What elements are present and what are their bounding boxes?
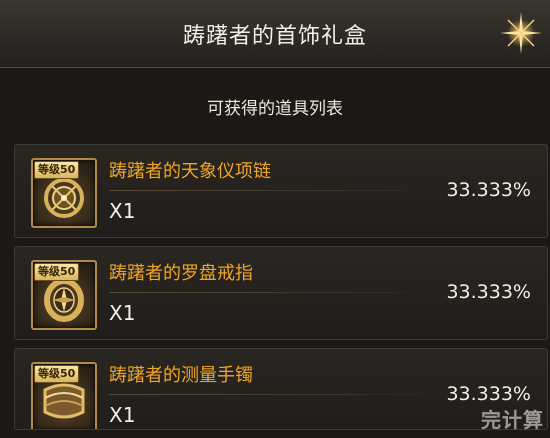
list-item[interactable]: 等级50 踌躇者的测量手镯 X1 33.333% [14, 348, 548, 430]
item-icon-frame: 等级50 [31, 158, 97, 228]
item-name: 踌躇者的测量手镯 [109, 365, 253, 386]
dialog-title: 踌躇者的首饰礼盒 [182, 24, 367, 49]
drop-chance: 33.333% [446, 281, 531, 303]
item-icon-frame: 等级50 [31, 362, 97, 429]
item-list: 等级50 踌躇者的天象仪项链 X1 33.333% 等级50 踌躇者的罗盘戒指 … [14, 144, 548, 438]
item-name: 踌躇者的罗盘戒指 [109, 263, 253, 284]
divider [109, 190, 439, 191]
list-item[interactable]: 等级50 踌躇者的罗盘戒指 X1 33.333% [14, 246, 548, 340]
level-badge: 等级50 [34, 365, 80, 383]
drop-chance: 33.333% [446, 383, 531, 405]
level-badge: 等级50 [34, 263, 80, 281]
item-name: 踌躇者的天象仪项链 [109, 161, 271, 182]
divider [109, 394, 439, 395]
close-button[interactable] [498, 10, 544, 56]
divider [109, 292, 439, 293]
sparkle-close-icon [500, 12, 542, 54]
dialog-title-bar: 踌躇者的首饰礼盒 [0, 0, 550, 68]
list-item[interactable]: 等级50 踌躇者的天象仪项链 X1 33.333% [14, 144, 548, 238]
level-badge: 等级50 [34, 161, 80, 179]
watermark: 完计算 [481, 408, 544, 432]
item-quantity: X1 [109, 403, 136, 427]
drop-list-heading: 可获得的道具列表 [207, 99, 343, 119]
drop-chance: 33.333% [446, 179, 531, 201]
item-quantity: X1 [109, 199, 136, 223]
item-quantity: X1 [109, 301, 136, 325]
item-icon-frame: 等级50 [31, 260, 97, 330]
